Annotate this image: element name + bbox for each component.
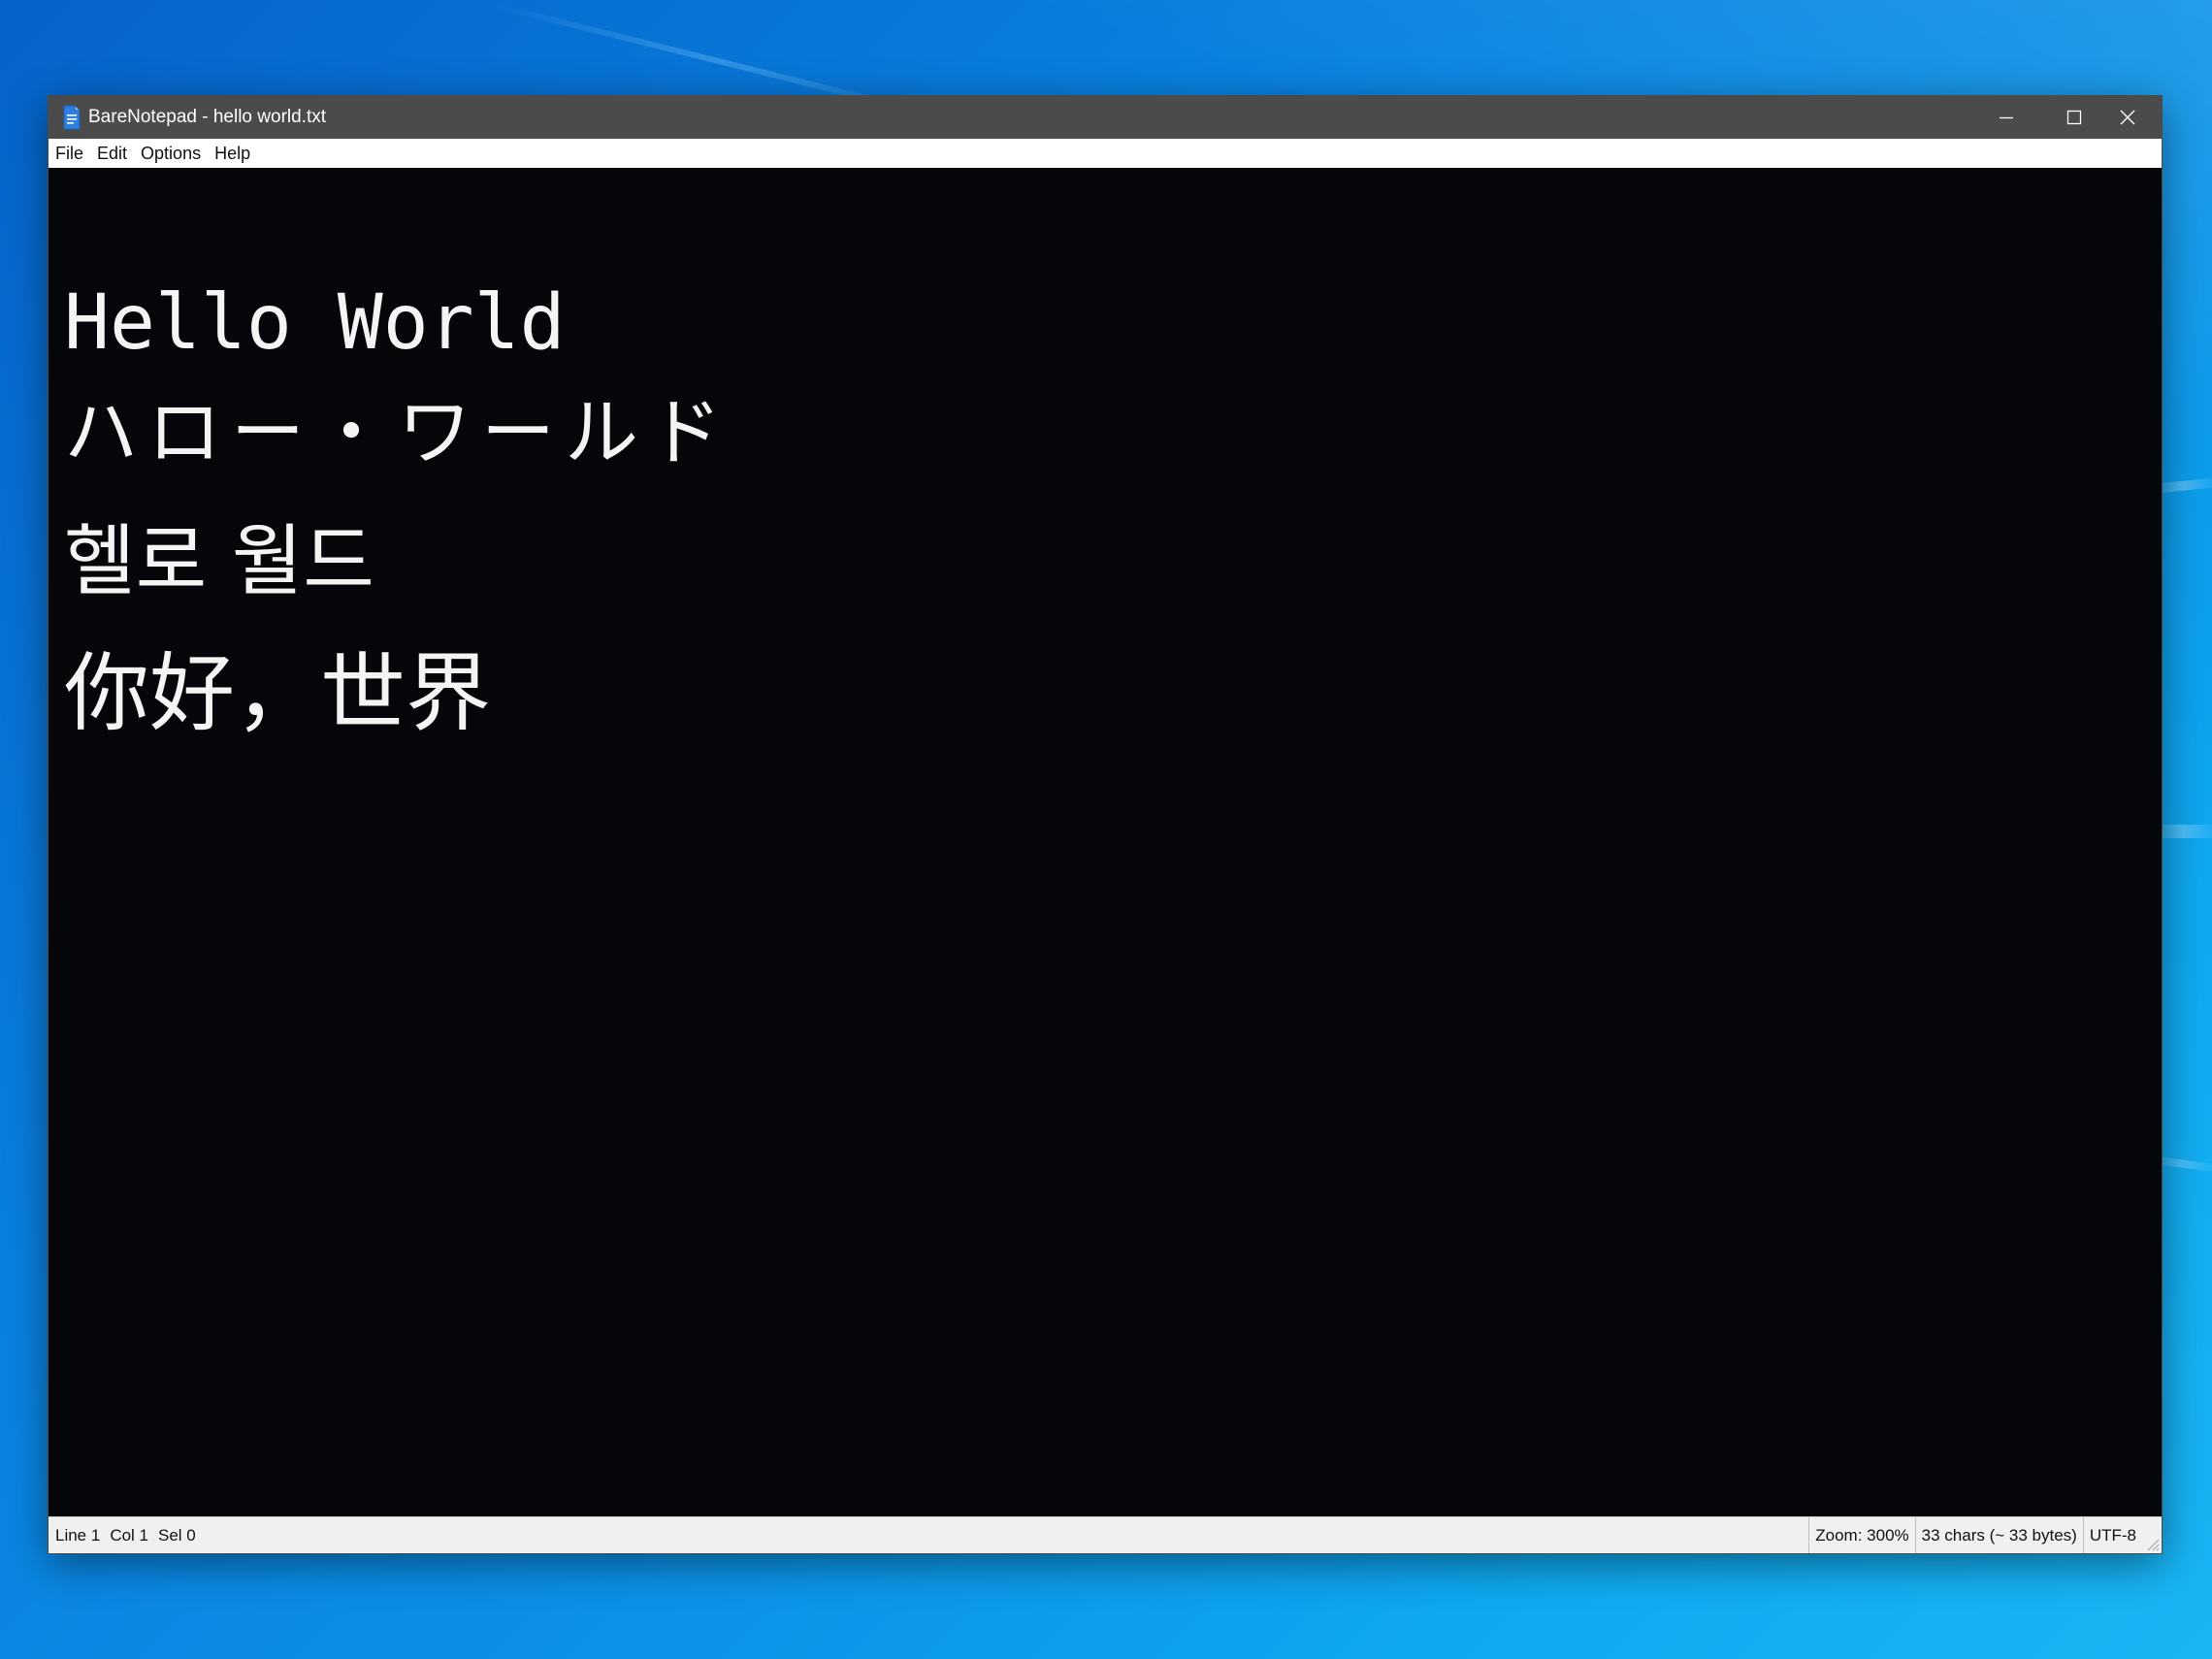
minimize-icon	[2000, 116, 2013, 119]
status-right-panel: Zoom: 300% 33 chars (~ 33 bytes) UTF-8	[1808, 1517, 2162, 1553]
maximize-icon	[2066, 110, 2082, 125]
editor-line: Hello World	[64, 279, 566, 367]
status-zoom: Zoom: 300%	[1808, 1517, 1914, 1553]
window-title: BareNotepad - hello world.txt	[88, 107, 327, 127]
title-bar[interactable]: BareNotepad - hello world.txt	[49, 96, 2162, 139]
cursor-position: Line 1 Col 1 Sel 0	[55, 1517, 196, 1553]
notepad-window: BareNotepad - hello world.txt File Edit …	[49, 96, 2162, 1553]
minimize-button[interactable]	[1972, 96, 2040, 139]
menu-bar: File Edit Options Help	[49, 139, 2162, 168]
editor-line: 你好，世界	[64, 643, 492, 743]
status-col: Col 1	[110, 1526, 149, 1545]
menu-options[interactable]: Options	[134, 139, 208, 168]
notepad-document-icon	[63, 105, 81, 130]
menu-edit[interactable]: Edit	[90, 139, 134, 168]
status-line: Line 1	[55, 1526, 101, 1545]
editor-line: 헬로 월드	[64, 516, 374, 606]
menu-help[interactable]: Help	[208, 139, 257, 168]
close-button[interactable]	[2094, 96, 2162, 139]
status-bar: Line 1 Col 1 Sel 0 Zoom: 300% 33 chars (…	[49, 1516, 2162, 1553]
menu-file[interactable]: File	[49, 139, 90, 168]
text-editor-area[interactable]: Hello World ハロー・ワールド 헬로 월드 你好，世界	[49, 168, 2162, 1516]
status-selection: Sel 0	[158, 1526, 196, 1545]
close-icon	[2120, 110, 2135, 125]
resize-grip-icon[interactable]	[2144, 1536, 2160, 1551]
status-char-count: 33 chars (~ 33 bytes)	[1914, 1517, 2083, 1553]
editor-line: ハロー・ワールド	[64, 389, 732, 475]
